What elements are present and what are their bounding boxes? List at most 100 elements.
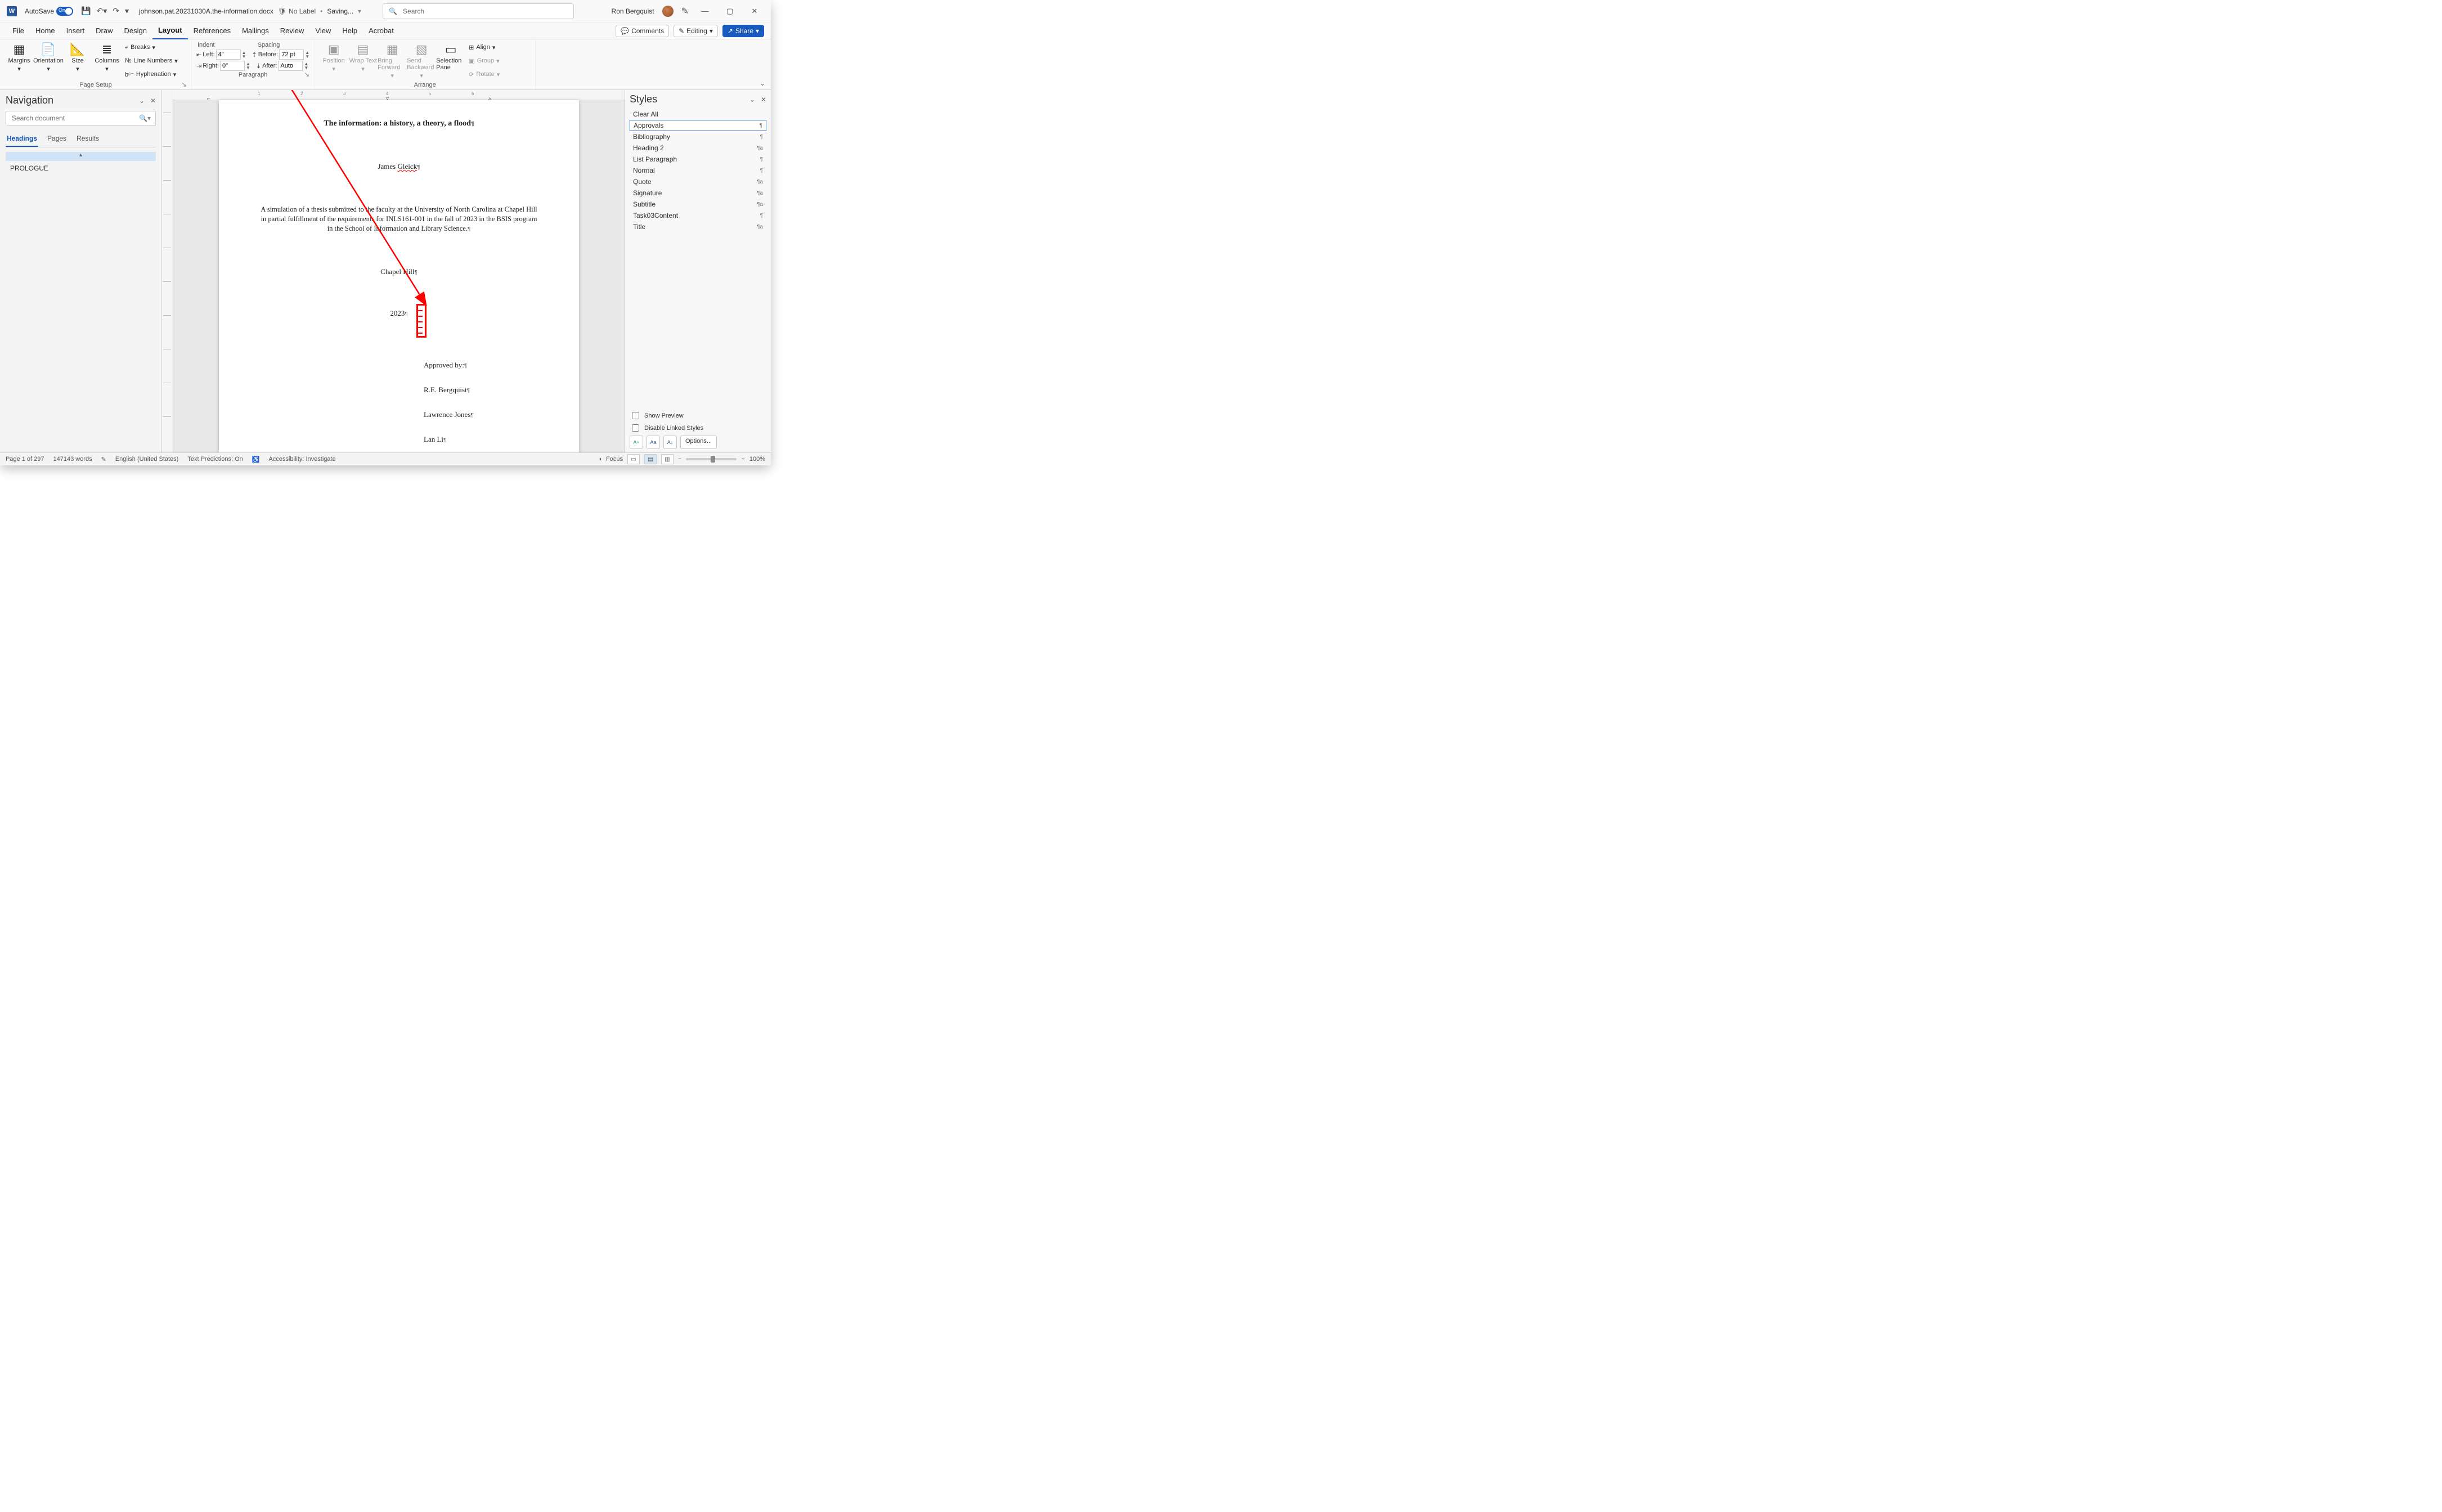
line-numbers-button[interactable]: № Line Numbers ▾ [125, 55, 187, 66]
nav-tab-headings[interactable]: Headings [6, 131, 38, 147]
status-focus[interactable]: Focus [606, 456, 623, 463]
spacing-after-input[interactable] [278, 61, 303, 71]
style-heading-2[interactable]: Heading 2¶a [630, 142, 766, 154]
hyphenation-button[interactable]: bᶜ⁻ Hyphenation ▾ [125, 69, 187, 80]
document-name[interactable]: johnson.pat.20231030A.the-information.do… [139, 7, 273, 15]
pen-icon[interactable]: ✎ [681, 6, 689, 17]
style-clear-all[interactable]: Clear All [630, 109, 766, 120]
indent-right-stepper[interactable]: ▲▼ [246, 62, 250, 70]
tab-insert[interactable]: Insert [61, 23, 91, 39]
size-button[interactable]: 📐 Size▾ [63, 42, 92, 81]
status-accessibility[interactable]: Accessibility: Investigate [268, 456, 335, 463]
style-normal[interactable]: Normal¶ [630, 165, 766, 176]
share-button[interactable]: ↗ Share ▾ [722, 25, 764, 37]
nav-heading-prologue[interactable]: PROLOGUE [6, 162, 156, 174]
tab-help[interactable]: Help [336, 23, 363, 39]
tab-view[interactable]: View [309, 23, 336, 39]
selection-pane-button[interactable]: ▭ Selection Pane [436, 42, 465, 81]
ribbon-collapse-button[interactable]: ⌄ [760, 79, 765, 87]
spacing-before: ⇡ Before: ▲▼ [252, 50, 310, 60]
status-predictions[interactable]: Text Predictions: On [187, 456, 243, 463]
zoom-level[interactable]: 100% [749, 456, 765, 463]
view-read-mode-button[interactable]: ▭ [627, 454, 640, 464]
page-setup-dialog-launcher[interactable]: ↘ [181, 80, 187, 88]
manage-styles-button[interactable]: A↓ [663, 436, 677, 449]
status-page[interactable]: Page 1 of 297 [6, 456, 44, 463]
undo-button[interactable]: ↶▾ [96, 6, 107, 16]
spacing-before-input[interactable] [279, 50, 304, 60]
orientation-button[interactable]: 📄 Orientation▾ [34, 42, 63, 81]
autosave-toggle[interactable]: AutoSave On [25, 7, 73, 16]
title-dropdown-icon[interactable]: ▾ [358, 7, 361, 15]
qat-customize[interactable]: ▾ [125, 6, 129, 16]
style-subtitle[interactable]: Subtitle¶a [630, 199, 766, 210]
breaks-button[interactable]: ⤶ Breaks ▾ [125, 42, 187, 53]
avatar[interactable] [662, 6, 674, 17]
tab-design[interactable]: Design [119, 23, 152, 39]
spacing-after-stepper[interactable]: ▲▼ [304, 62, 308, 70]
nav-chevron-icon[interactable]: ⌄ [139, 97, 145, 105]
tab-references[interactable]: References [188, 23, 236, 39]
styles-options-button[interactable]: Options... [680, 436, 717, 449]
document-page[interactable]: The information: a history, a theory, a … [219, 100, 579, 452]
disable-linked-checkbox[interactable]: Disable Linked Styles [630, 423, 766, 433]
indent-right-input[interactable] [220, 61, 245, 71]
paragraph-dialog-launcher[interactable]: ↘ [304, 70, 309, 78]
tab-draw[interactable]: Draw [90, 23, 118, 39]
indent-left-input[interactable] [216, 50, 241, 60]
search-input[interactable] [402, 7, 568, 16]
zoom-out-button[interactable]: − [678, 456, 681, 463]
style-task03content[interactable]: Task03Content¶ [630, 210, 766, 221]
nav-current-page-marker[interactable]: ▴ [6, 152, 156, 161]
margins-icon: ▦ [14, 43, 25, 56]
sensitivity-label[interactable]: 🛡 No Label [278, 7, 316, 15]
zoom-slider[interactable] [686, 458, 737, 460]
align-button[interactable]: ⊞ Align ▾ [469, 42, 531, 53]
style-title[interactable]: Title¶a [630, 221, 766, 232]
search-box[interactable]: 🔍 [383, 3, 574, 19]
nav-search-input[interactable] [11, 114, 139, 123]
comments-button[interactable]: 💬 Comments [616, 25, 669, 37]
style-inspector-button[interactable]: Aa [647, 436, 660, 449]
autosave-switch[interactable]: On [56, 7, 73, 16]
vertical-ruler[interactable] [162, 90, 173, 452]
status-language[interactable]: English (United States) [115, 456, 179, 463]
style-bibliography[interactable]: Bibliography¶ [630, 131, 766, 142]
indent-left-stepper[interactable]: ▲▼ [242, 51, 246, 59]
nav-tab-pages[interactable]: Pages [46, 131, 68, 147]
tab-layout[interactable]: Layout [152, 23, 188, 39]
show-preview-checkbox[interactable]: Show Preview [630, 410, 766, 421]
styles-close-button[interactable]: ✕ [761, 96, 766, 104]
focus-icon[interactable]: ◑ [598, 456, 601, 463]
save-icon[interactable]: 💾 [81, 6, 91, 16]
zoom-in-button[interactable]: + [741, 456, 744, 463]
horizontal-ruler[interactable]: 1 2 3 4 5 6 ⌐ ▿ ▵ [173, 90, 625, 100]
nav-search-box[interactable]: 🔍▾ [6, 111, 156, 125]
style-signature[interactable]: Signature¶a [630, 187, 766, 199]
redo-button[interactable]: ↷ [113, 6, 119, 16]
styles-chevron-icon[interactable]: ⌄ [749, 96, 755, 104]
tab-acrobat[interactable]: Acrobat [363, 23, 399, 39]
new-style-button[interactable]: A+ [630, 436, 643, 449]
tab-home[interactable]: Home [30, 23, 61, 39]
spellcheck-icon[interactable]: ✎ [101, 456, 106, 463]
style-list-paragraph[interactable]: List Paragraph¶ [630, 154, 766, 165]
style-approvals[interactable]: Approvals¶ [630, 120, 766, 131]
status-words[interactable]: 147143 words [53, 456, 92, 463]
style-quote[interactable]: Quote¶a [630, 176, 766, 187]
editing-mode-button[interactable]: ✎ Editing ▾ [674, 25, 718, 37]
columns-button[interactable]: ≣ Columns▾ [92, 42, 122, 81]
margins-button[interactable]: ▦ Margins▾ [5, 42, 34, 81]
spacing-before-stepper[interactable]: ▲▼ [305, 51, 309, 59]
tab-mailings[interactable]: Mailings [236, 23, 275, 39]
tab-review[interactable]: Review [275, 23, 310, 39]
minimize-button[interactable]: — [697, 7, 713, 15]
tab-file[interactable]: File [7, 23, 30, 39]
view-web-layout-button[interactable]: ▥ [661, 454, 674, 464]
nav-close-button[interactable]: ✕ [150, 97, 156, 105]
view-print-layout-button[interactable]: ▤ [644, 454, 657, 464]
nav-tab-results[interactable]: Results [75, 131, 100, 147]
user-name[interactable]: Ron Bergquist [612, 7, 654, 15]
maximize-button[interactable]: ▢ [721, 7, 738, 16]
close-button[interactable]: ✕ [746, 7, 763, 16]
